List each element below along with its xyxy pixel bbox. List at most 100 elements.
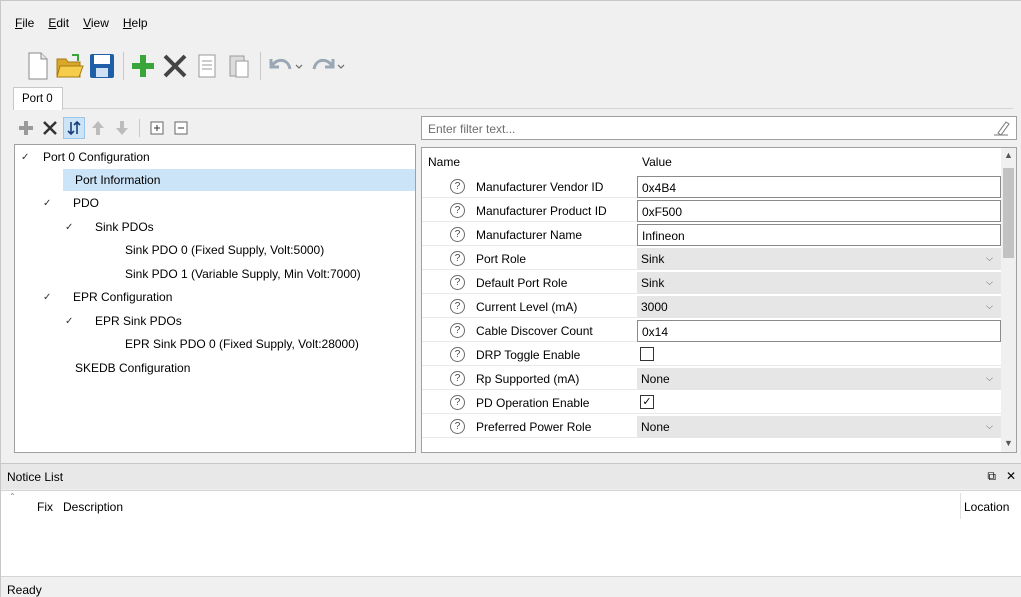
tree-delete-button[interactable]: [39, 117, 61, 139]
property-value-dropdown[interactable]: Sink ⌵: [637, 248, 1001, 270]
scroll-down-icon[interactable]: ▼: [1004, 438, 1013, 448]
property-row[interactable]: ? Current Level (mA) 3000 ⌵: [422, 296, 1002, 318]
close-panel-icon[interactable]: ✕: [1006, 469, 1016, 484]
eraser-icon[interactable]: [992, 120, 1010, 136]
menu-help[interactable]: Help: [123, 16, 148, 34]
save-icon: [90, 54, 114, 78]
help-icon[interactable]: ?: [450, 347, 465, 362]
scroll-up-icon[interactable]: ▲: [1004, 150, 1013, 160]
property-value-input[interactable]: Infineon: [637, 224, 1001, 246]
property-row[interactable]: ? Manufacturer Name Infineon: [422, 224, 1002, 246]
tree-item-port-0-configuration[interactable]: ✓ Port 0 Configuration: [21, 146, 150, 168]
menu-edit[interactable]: Edit: [48, 16, 69, 34]
property-row[interactable]: ? PD Operation Enable ✓: [422, 392, 1002, 414]
property-row[interactable]: ? Rp Supported (mA) None ⌵: [422, 368, 1002, 390]
new-file-button[interactable]: [23, 50, 53, 82]
tree-item-skedb-configuration[interactable]: SKEDB Configuration: [75, 357, 190, 379]
property-value-input[interactable]: 0xF500: [637, 200, 1001, 222]
pd-operation-checkbox[interactable]: ✓: [640, 395, 654, 409]
vertical-scrollbar[interactable]: ▲ ▼: [1001, 148, 1016, 452]
chevron-down-icon[interactable]: ✓: [21, 152, 35, 163]
copy-button[interactable]: [192, 50, 222, 82]
toolbar-separator: [139, 119, 140, 137]
help-icon[interactable]: ?: [450, 275, 465, 290]
property-name: Manufacturer Name: [476, 228, 583, 242]
tree-item-sink-pdo-0[interactable]: Sink PDO 0 (Fixed Supply, Volt:5000): [125, 239, 324, 261]
tree-item-sink-pdos[interactable]: ✓ Sink PDOs: [65, 216, 154, 238]
property-row[interactable]: ? Preferred Power Role None ⌵: [422, 416, 1002, 438]
sort-button[interactable]: [63, 117, 85, 139]
move-up-button[interactable]: [87, 117, 109, 139]
tree-item-label: EPR Sink PDOs: [95, 314, 182, 328]
chevron-down-icon[interactable]: ✓: [43, 292, 57, 303]
tree-item-epr-sink-pdo-0[interactable]: EPR Sink PDO 0 (Fixed Supply, Volt:28000…: [125, 333, 359, 355]
tree-item-epr-configuration[interactable]: ✓ EPR Configuration: [43, 286, 172, 308]
help-icon[interactable]: ?: [450, 299, 465, 314]
collapse-icon: [174, 121, 188, 135]
chevron-down-icon[interactable]: ✓: [43, 198, 57, 209]
tree-item-sink-pdo-1[interactable]: Sink PDO 1 (Variable Supply, Min Volt:70…: [125, 263, 361, 285]
property-row[interactable]: ? Port Role Sink ⌵: [422, 248, 1002, 270]
collapse-all-button[interactable]: [170, 117, 192, 139]
tree-item-epr-sink-pdos[interactable]: ✓ EPR Sink PDOs: [65, 310, 182, 332]
tree-item-port-information[interactable]: Port Information: [63, 169, 415, 191]
paste-button[interactable]: [224, 50, 254, 82]
float-panel-icon[interactable]: ⧉: [987, 469, 996, 484]
open-folder-button[interactable]: [55, 50, 85, 82]
redo-button[interactable]: [307, 50, 347, 82]
add-button[interactable]: [128, 50, 158, 82]
menu-view[interactable]: View: [83, 16, 109, 34]
tab-port-0[interactable]: Port 0: [13, 87, 63, 110]
undo-button[interactable]: [265, 50, 305, 82]
help-icon[interactable]: ?: [450, 395, 465, 410]
undo-icon: [269, 58, 303, 70]
property-value-dropdown[interactable]: None ⌵: [637, 368, 1001, 390]
property-value-dropdown[interactable]: 3000 ⌵: [637, 296, 1001, 318]
column-header-location[interactable]: Location: [964, 500, 1009, 514]
property-value-dropdown[interactable]: None ⌵: [637, 416, 1001, 438]
help-icon[interactable]: ?: [450, 179, 465, 194]
tree-toolbar: [15, 115, 192, 141]
tree-item-label: Sink PDO 0 (Fixed Supply, Volt:5000): [125, 243, 325, 257]
scrollbar-thumb[interactable]: [1003, 168, 1014, 258]
tree-item-label: SKEDB Configuration: [75, 361, 191, 375]
chevron-down-icon[interactable]: ✓: [65, 316, 79, 327]
property-value-dropdown[interactable]: Sink ⌵: [637, 272, 1001, 294]
chevron-down-icon: ⌵: [986, 373, 993, 383]
new-file-icon: [28, 52, 48, 80]
help-icon[interactable]: ?: [450, 227, 465, 242]
menu-file[interactable]: File: [15, 16, 34, 34]
expand-all-button[interactable]: [146, 117, 168, 139]
help-icon[interactable]: ?: [450, 419, 465, 434]
save-button[interactable]: [87, 50, 117, 82]
filter-placeholder: Enter filter text...: [428, 122, 516, 136]
property-row[interactable]: ? Manufacturer Product ID 0xF500: [422, 200, 1002, 222]
property-value-input[interactable]: 0x4B4: [637, 176, 1001, 198]
chevron-down-icon: ⌵: [986, 421, 993, 431]
delete-button[interactable]: [160, 50, 190, 82]
tree-item-pdo[interactable]: ✓ PDO: [43, 192, 99, 214]
property-row[interactable]: ? Cable Discover Count 0x14: [422, 320, 1002, 342]
move-down-button[interactable]: [111, 117, 133, 139]
dropdown-value: Sink: [641, 252, 665, 266]
property-row[interactable]: ? Manufacturer Vendor ID 0x4B4: [422, 176, 1002, 198]
column-header-value[interactable]: Value: [642, 155, 672, 169]
help-icon[interactable]: ?: [450, 323, 465, 338]
help-icon[interactable]: ?: [450, 371, 465, 386]
property-row[interactable]: ? DRP Toggle Enable: [422, 344, 1002, 366]
chevron-down-icon[interactable]: ✓: [65, 222, 79, 233]
help-icon[interactable]: ?: [450, 251, 465, 266]
drp-toggle-checkbox[interactable]: [640, 347, 654, 361]
property-row[interactable]: ? Default Port Role Sink ⌵: [422, 272, 1002, 294]
column-header-description[interactable]: Description: [63, 500, 123, 514]
column-header-fix[interactable]: Fix: [37, 500, 53, 514]
filter-input[interactable]: Enter filter text...: [421, 116, 1017, 140]
tree-item-label: Sink PDOs: [95, 220, 154, 234]
property-grid: Name Value ? Manufacturer Vendor ID 0x4B…: [421, 147, 1017, 453]
paste-icon: [229, 55, 249, 78]
property-name: Preferred Power Role: [476, 420, 592, 434]
property-value-input[interactable]: 0x14: [637, 320, 1001, 342]
help-icon[interactable]: ?: [450, 203, 465, 218]
tree-add-button[interactable]: [15, 117, 37, 139]
column-header-name[interactable]: Name: [428, 155, 460, 169]
